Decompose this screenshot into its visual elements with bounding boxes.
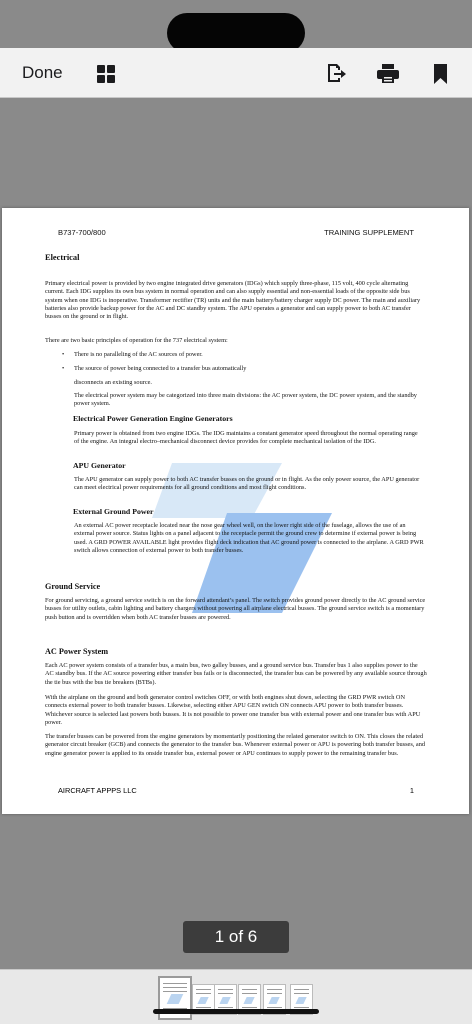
grid-icon[interactable]: [97, 65, 116, 83]
engine-generators-text: Primary power is obtained from two engin…: [74, 430, 418, 446]
apu-generator-text: The APU generator can supply power to bo…: [74, 476, 420, 492]
toolbar: Done: [0, 48, 472, 98]
document-viewer[interactable]: B737-700/800 TRAINING SUPPLEMENT Electri…: [0, 98, 472, 968]
dynamic-island: [167, 13, 305, 53]
bullet-text-2-cont: disconnects an existing source.: [74, 379, 152, 386]
header-left: B737-700/800: [58, 228, 106, 237]
home-indicator[interactable]: [153, 1009, 319, 1014]
done-button[interactable]: Done: [22, 63, 63, 83]
bullet-item: •: [62, 365, 65, 372]
status-bar: [0, 0, 472, 53]
thumbnail-strip[interactable]: [0, 969, 472, 1024]
subheading-apu-generator: APU Generator: [73, 461, 126, 470]
section-ground-service: Ground Service: [45, 582, 101, 591]
principles-intro: There are two basic principles of operat…: [45, 337, 228, 344]
page-indicator: 1 of 6: [183, 921, 289, 953]
divisions-paragraph: The electrical power system may be categ…: [74, 392, 417, 408]
subheading-engine-generators: Electrical Power Generation Engine Gener…: [73, 414, 233, 423]
bullet-text-2: The source of power being connected to a…: [74, 365, 247, 372]
bullet-text-1: There is no paralleling of the AC source…: [74, 351, 203, 358]
section-ac-power: AC Power System: [45, 647, 109, 656]
ground-service-text: For ground servicing, a ground service s…: [45, 597, 426, 621]
pdf-page: B737-700/800 TRAINING SUPPLEMENT Electri…: [2, 208, 469, 814]
ac-power-text-3: The transfer busses can be powered from …: [45, 733, 426, 757]
header-right: TRAINING SUPPLEMENT: [324, 228, 414, 237]
subheading-external-power: External Ground Power: [73, 507, 154, 516]
bullet-item: •: [62, 351, 65, 358]
ac-power-text-1: Each AC power system consists of a trans…: [45, 662, 427, 686]
external-power-text: An external AC power receptacle located …: [74, 522, 424, 554]
page-title: Electrical: [45, 253, 80, 262]
footer-page-number: 1: [409, 786, 414, 795]
intro-paragraph: Primary electrical power is provided by …: [45, 280, 421, 321]
bookmark-icon[interactable]: [434, 64, 447, 84]
footer-left: AIRCRAFT APPPS LLC: [58, 786, 137, 795]
share-icon[interactable]: [326, 62, 346, 84]
ac-power-text-2: With the airplane on the ground and both…: [45, 694, 421, 726]
print-icon[interactable]: [377, 64, 399, 83]
